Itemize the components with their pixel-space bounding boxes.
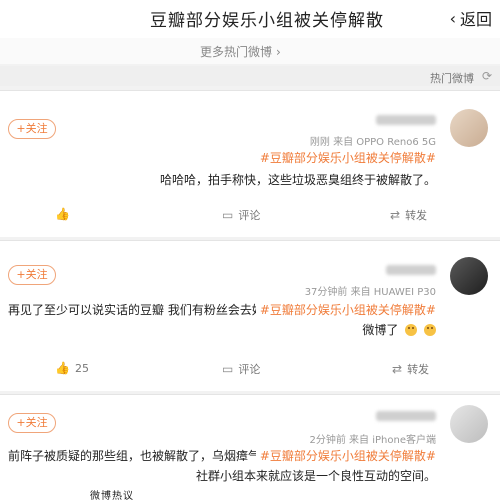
page-title: 豆瓣部分娱乐小组被关停解散 [150,11,384,31]
avatar[interactable] [450,405,488,443]
follow-button[interactable]: +关注 [8,119,56,139]
header-bar: 豆瓣部分娱乐小组被关停解散 ‹ 返回 [0,0,500,39]
post-meta: 2分钟前 来自 iPhone客户端 [309,435,436,446]
repost-icon: ⇄ [392,362,403,376]
avatar[interactable] [450,257,488,295]
avatar[interactable] [450,109,488,147]
post-actions: ⇄ 转发 ▭ 评论 👍 25 [0,359,500,379]
comment-icon: ▭ [222,362,234,376]
section-label: 热门微博 [430,72,474,85]
post-text-line: 社群小组本来就应该是一个良性互动的空间。 [195,469,436,483]
follow-button[interactable]: +关注 [8,413,56,433]
username-blurred [376,115,436,125]
refresh-icon[interactable]: ⟳ [482,69,492,83]
thumbs-up-icon: 👍 [55,361,70,375]
username-blurred [376,411,436,421]
more-hot-weibo-label: 更多热门微博 [200,45,273,59]
username-blurred [386,265,436,275]
repost-icon: ⇄ [390,208,401,222]
back-button[interactable]: ‹ 返回 [450,6,492,30]
weibo-topic-page: 豆瓣部分娱乐小组被关停解散 ‹ 返回 更多热门微博 › 热门微博 ⟳ 刚刚 来自… [0,0,500,502]
comment-button[interactable]: ▭ 评论 [222,207,260,223]
comment-icon: ▭ [222,208,234,222]
post-card: 37分钟前 来自 HUAWEI P30 +关注 #豆瓣部分娱乐小组被关停解散# … [0,240,500,391]
bottom-strip: 微博热议 [0,490,500,502]
back-label: 返回 [459,10,492,29]
like-button[interactable]: 👍 [55,207,70,221]
post-meta: 刚刚 来自 OPPO Reno6 5G [309,137,436,148]
post-actions: ⇄ 转发 ▭ 评论 👍 [0,205,500,225]
like-button[interactable]: 👍 25 [55,361,89,375]
post-text: 再见了至少可以说实话的豆瓣 我们有粉丝会去好方位接着 [8,303,256,317]
smile-emoji-icon [424,324,436,336]
topic-hashtag-link[interactable]: #豆瓣部分娱乐小组被关停解散# [260,301,436,318]
thumbs-up-icon: 👍 [55,207,70,221]
post-text-line: 微博了 [362,321,436,338]
topic-hashtag-link[interactable]: #豆瓣部分娱乐小组被关停解散# [260,447,436,464]
post-card: 2分钟前 来自 iPhone客户端 +关注 #豆瓣部分娱乐小组被关停解散# 前阵… [0,394,500,495]
post-text: 前阵子被质疑的那些组，也被解散了，乌烟瘴气的小组整治一下挺好， [8,449,256,463]
comment-button[interactable]: ▭ 评论 [222,361,260,377]
bottom-label: 微博热议 [90,491,134,502]
post-meta: 37分钟前 来自 HUAWEI P30 [304,287,436,298]
repost-button[interactable]: ⇄ 转发 [392,361,429,377]
post-text: 哈哈哈，拍手称快，这些垃圾恶臭组终于被解散了。 [159,173,436,187]
post-card: 刚刚 来自 OPPO Reno6 5G +关注 #豆瓣部分娱乐小组被关停解散# … [0,90,500,237]
repost-button[interactable]: ⇄ 转发 [390,207,427,223]
hot-weibo-section-header: 热门微博 ⟳ [0,66,500,86]
more-hot-weibo-link[interactable]: 更多热门微博 › [0,38,500,64]
chevron-right-icon: › [276,44,281,59]
follow-button[interactable]: +关注 [8,265,56,285]
topic-hashtag-link[interactable]: #豆瓣部分娱乐小组被关停解散# [260,149,436,166]
smile-emoji-icon [405,324,418,336]
back-arrow-icon: ‹ [449,8,456,28]
